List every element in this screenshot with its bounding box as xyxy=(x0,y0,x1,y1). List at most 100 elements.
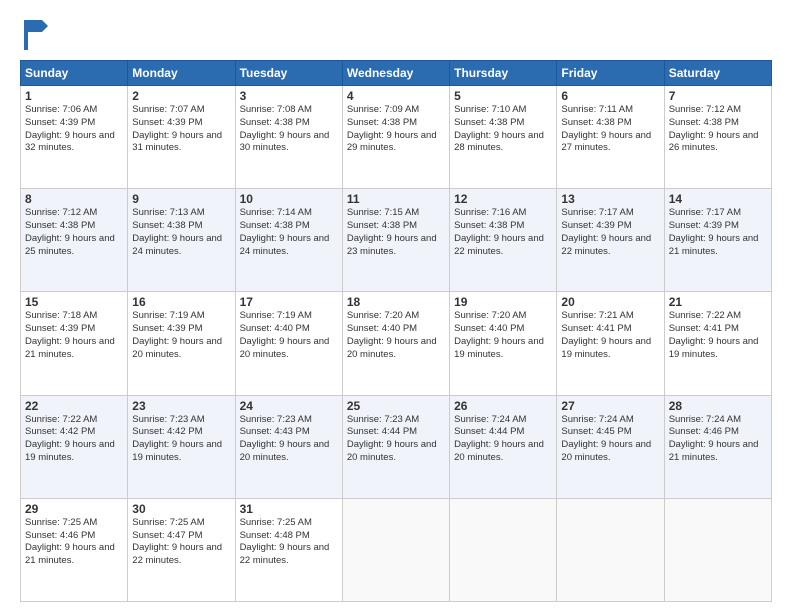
col-header-monday: Monday xyxy=(128,61,235,86)
day-cell: 11 Sunrise: 7:15 AMSunset: 4:38 PMDaylig… xyxy=(342,189,449,292)
day-number: 27 xyxy=(561,399,659,413)
cell-info: Sunrise: 7:25 AMSunset: 4:48 PMDaylight:… xyxy=(240,517,330,566)
day-number: 13 xyxy=(561,192,659,206)
day-number: 16 xyxy=(132,295,230,309)
day-cell: 26 Sunrise: 7:24 AMSunset: 4:44 PMDaylig… xyxy=(450,395,557,498)
col-header-saturday: Saturday xyxy=(664,61,771,86)
day-number: 3 xyxy=(240,89,338,103)
cell-info: Sunrise: 7:21 AMSunset: 4:41 PMDaylight:… xyxy=(561,310,651,359)
cell-info: Sunrise: 7:23 AMSunset: 4:44 PMDaylight:… xyxy=(347,414,437,463)
day-cell: 7 Sunrise: 7:12 AMSunset: 4:38 PMDayligh… xyxy=(664,86,771,189)
cell-info: Sunrise: 7:06 AMSunset: 4:39 PMDaylight:… xyxy=(25,104,115,153)
header-row: SundayMondayTuesdayWednesdayThursdayFrid… xyxy=(21,61,772,86)
col-header-thursday: Thursday xyxy=(450,61,557,86)
logo xyxy=(20,16,60,52)
cell-info: Sunrise: 7:17 AMSunset: 4:39 PMDaylight:… xyxy=(561,207,651,256)
day-cell xyxy=(557,498,664,601)
day-cell xyxy=(664,498,771,601)
cell-info: Sunrise: 7:16 AMSunset: 4:38 PMDaylight:… xyxy=(454,207,544,256)
day-number: 30 xyxy=(132,502,230,516)
cell-info: Sunrise: 7:18 AMSunset: 4:39 PMDaylight:… xyxy=(25,310,115,359)
col-header-wednesday: Wednesday xyxy=(342,61,449,86)
day-number: 15 xyxy=(25,295,123,309)
day-cell: 3 Sunrise: 7:08 AMSunset: 4:38 PMDayligh… xyxy=(235,86,342,189)
day-cell: 14 Sunrise: 7:17 AMSunset: 4:39 PMDaylig… xyxy=(664,189,771,292)
cell-info: Sunrise: 7:12 AMSunset: 4:38 PMDaylight:… xyxy=(25,207,115,256)
day-number: 1 xyxy=(25,89,123,103)
week-row-5: 29 Sunrise: 7:25 AMSunset: 4:46 PMDaylig… xyxy=(21,498,772,601)
day-cell: 27 Sunrise: 7:24 AMSunset: 4:45 PMDaylig… xyxy=(557,395,664,498)
week-row-3: 15 Sunrise: 7:18 AMSunset: 4:39 PMDaylig… xyxy=(21,292,772,395)
day-number: 21 xyxy=(669,295,767,309)
cell-info: Sunrise: 7:10 AMSunset: 4:38 PMDaylight:… xyxy=(454,104,544,153)
day-number: 14 xyxy=(669,192,767,206)
day-number: 7 xyxy=(669,89,767,103)
cell-info: Sunrise: 7:24 AMSunset: 4:44 PMDaylight:… xyxy=(454,414,544,463)
day-number: 24 xyxy=(240,399,338,413)
page: SundayMondayTuesdayWednesdayThursdayFrid… xyxy=(0,0,792,612)
day-cell: 22 Sunrise: 7:22 AMSunset: 4:42 PMDaylig… xyxy=(21,395,128,498)
week-row-4: 22 Sunrise: 7:22 AMSunset: 4:42 PMDaylig… xyxy=(21,395,772,498)
day-cell: 10 Sunrise: 7:14 AMSunset: 4:38 PMDaylig… xyxy=(235,189,342,292)
cell-info: Sunrise: 7:07 AMSunset: 4:39 PMDaylight:… xyxy=(132,104,222,153)
cell-info: Sunrise: 7:15 AMSunset: 4:38 PMDaylight:… xyxy=(347,207,437,256)
day-cell: 30 Sunrise: 7:25 AMSunset: 4:47 PMDaylig… xyxy=(128,498,235,601)
cell-info: Sunrise: 7:25 AMSunset: 4:46 PMDaylight:… xyxy=(25,517,115,566)
day-cell: 24 Sunrise: 7:23 AMSunset: 4:43 PMDaylig… xyxy=(235,395,342,498)
cell-info: Sunrise: 7:08 AMSunset: 4:38 PMDaylight:… xyxy=(240,104,330,153)
col-header-sunday: Sunday xyxy=(21,61,128,86)
day-number: 6 xyxy=(561,89,659,103)
day-number: 22 xyxy=(25,399,123,413)
day-cell: 21 Sunrise: 7:22 AMSunset: 4:41 PMDaylig… xyxy=(664,292,771,395)
day-cell: 5 Sunrise: 7:10 AMSunset: 4:38 PMDayligh… xyxy=(450,86,557,189)
cell-info: Sunrise: 7:11 AMSunset: 4:38 PMDaylight:… xyxy=(561,104,651,153)
day-cell: 16 Sunrise: 7:19 AMSunset: 4:39 PMDaylig… xyxy=(128,292,235,395)
cell-info: Sunrise: 7:13 AMSunset: 4:38 PMDaylight:… xyxy=(132,207,222,256)
day-number: 17 xyxy=(240,295,338,309)
day-cell: 9 Sunrise: 7:13 AMSunset: 4:38 PMDayligh… xyxy=(128,189,235,292)
day-cell: 18 Sunrise: 7:20 AMSunset: 4:40 PMDaylig… xyxy=(342,292,449,395)
day-cell: 28 Sunrise: 7:24 AMSunset: 4:46 PMDaylig… xyxy=(664,395,771,498)
day-number: 4 xyxy=(347,89,445,103)
day-cell: 25 Sunrise: 7:23 AMSunset: 4:44 PMDaylig… xyxy=(342,395,449,498)
cell-info: Sunrise: 7:23 AMSunset: 4:42 PMDaylight:… xyxy=(132,414,222,463)
cell-info: Sunrise: 7:24 AMSunset: 4:45 PMDaylight:… xyxy=(561,414,651,463)
day-cell xyxy=(342,498,449,601)
day-number: 5 xyxy=(454,89,552,103)
day-number: 19 xyxy=(454,295,552,309)
header xyxy=(20,16,772,52)
day-cell: 12 Sunrise: 7:16 AMSunset: 4:38 PMDaylig… xyxy=(450,189,557,292)
cell-info: Sunrise: 7:17 AMSunset: 4:39 PMDaylight:… xyxy=(669,207,759,256)
week-row-1: 1 Sunrise: 7:06 AMSunset: 4:39 PMDayligh… xyxy=(21,86,772,189)
day-number: 29 xyxy=(25,502,123,516)
day-cell: 2 Sunrise: 7:07 AMSunset: 4:39 PMDayligh… xyxy=(128,86,235,189)
week-row-2: 8 Sunrise: 7:12 AMSunset: 4:38 PMDayligh… xyxy=(21,189,772,292)
cell-info: Sunrise: 7:14 AMSunset: 4:38 PMDaylight:… xyxy=(240,207,330,256)
calendar: SundayMondayTuesdayWednesdayThursdayFrid… xyxy=(20,60,772,602)
day-cell: 20 Sunrise: 7:21 AMSunset: 4:41 PMDaylig… xyxy=(557,292,664,395)
day-number: 11 xyxy=(347,192,445,206)
cell-info: Sunrise: 7:19 AMSunset: 4:40 PMDaylight:… xyxy=(240,310,330,359)
cell-info: Sunrise: 7:23 AMSunset: 4:43 PMDaylight:… xyxy=(240,414,330,463)
day-cell: 29 Sunrise: 7:25 AMSunset: 4:46 PMDaylig… xyxy=(21,498,128,601)
day-cell xyxy=(450,498,557,601)
col-header-friday: Friday xyxy=(557,61,664,86)
day-cell: 23 Sunrise: 7:23 AMSunset: 4:42 PMDaylig… xyxy=(128,395,235,498)
day-cell: 8 Sunrise: 7:12 AMSunset: 4:38 PMDayligh… xyxy=(21,189,128,292)
col-header-tuesday: Tuesday xyxy=(235,61,342,86)
day-cell: 19 Sunrise: 7:20 AMSunset: 4:40 PMDaylig… xyxy=(450,292,557,395)
day-number: 25 xyxy=(347,399,445,413)
cell-info: Sunrise: 7:25 AMSunset: 4:47 PMDaylight:… xyxy=(132,517,222,566)
cell-info: Sunrise: 7:24 AMSunset: 4:46 PMDaylight:… xyxy=(669,414,759,463)
cell-info: Sunrise: 7:22 AMSunset: 4:41 PMDaylight:… xyxy=(669,310,759,359)
day-number: 9 xyxy=(132,192,230,206)
day-number: 18 xyxy=(347,295,445,309)
day-number: 23 xyxy=(132,399,230,413)
day-cell: 4 Sunrise: 7:09 AMSunset: 4:38 PMDayligh… xyxy=(342,86,449,189)
day-number: 2 xyxy=(132,89,230,103)
logo-icon xyxy=(20,16,56,52)
day-number: 20 xyxy=(561,295,659,309)
day-cell: 1 Sunrise: 7:06 AMSunset: 4:39 PMDayligh… xyxy=(21,86,128,189)
cell-info: Sunrise: 7:22 AMSunset: 4:42 PMDaylight:… xyxy=(25,414,115,463)
day-number: 26 xyxy=(454,399,552,413)
